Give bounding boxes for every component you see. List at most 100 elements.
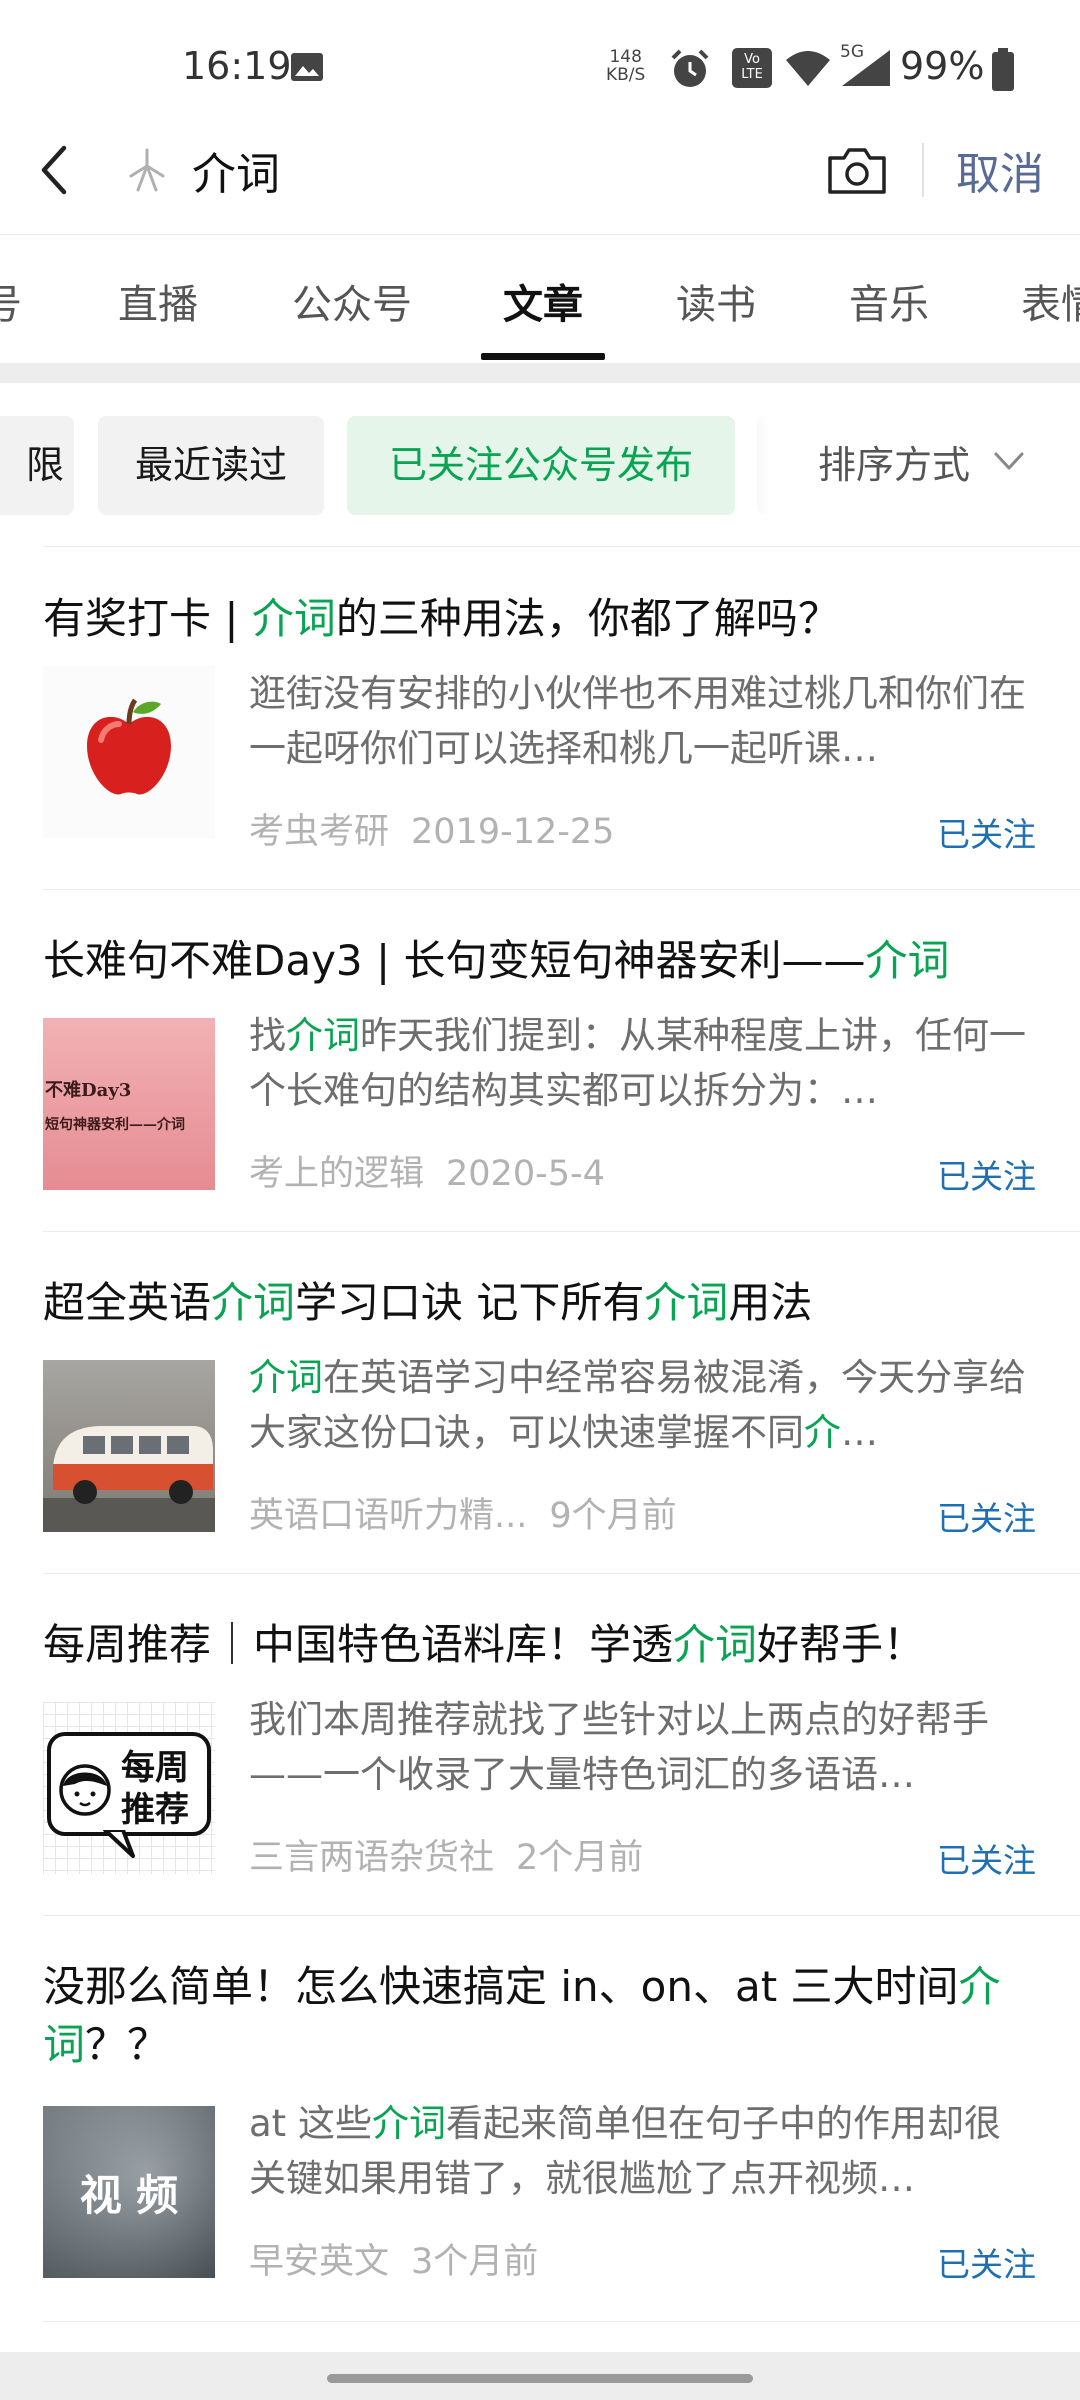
girl-face-icon [59,1764,111,1816]
article-title: 长难句不难Day3 | 长句变短句神器安利——介词 [43,932,1043,990]
article-source[interactable]: 考上的逻辑 [249,1154,424,1194]
tab-reading[interactable]: 读书 [676,272,756,330]
article-item[interactable]: 每周推荐｜中国特色语料库！学透介词好帮手！ 每周 推荐 我们本周推荐就找了些针对… [0,1574,1080,1916]
section-gap [0,363,1080,383]
filter-bottom-line [43,546,1080,547]
tab-articles[interactable]: 文章 [503,272,583,330]
article-desc: 逛街没有安排的小伙伴也不用难过桃几和你们在一起呀你们可以选择和桃几一起听课… [249,666,1029,776]
article-date: 2020-5-4 [446,1154,605,1194]
sort-button[interactable]: 排序方式 [818,416,970,515]
article-title: 每周推荐｜中国特色语料库！学透介词好帮手！ [43,1616,1043,1674]
sparkle-icon [129,148,165,192]
article-meta: 英语口语听力精... 9个月前 [249,1487,677,1538]
article-desc: 我们本周推荐就找了些针对以上两点的好帮手——一个收录了大量特色词汇的多语语… [249,1692,1029,1802]
video-label: 视 频 [79,2171,179,2220]
header-divider [922,143,924,197]
network-speed-value: 148 [609,47,642,67]
highlight-keyword: 介词 [865,936,950,985]
weekly-text-1: 每周 [121,1748,189,1788]
followed-badge: 已关注 [937,1841,1036,1880]
tab-music[interactable]: 音乐 [849,272,929,330]
article-source[interactable]: 三言两语杂货社 [249,1838,494,1878]
text-segment: 昨天我们提到：从某种程度上讲，任何一个长难句的结构其实都可以拆分为：… [249,1014,1026,1112]
article-title: 没那么简单！怎么快速搞定 in、on、at 三大时间介词？？ [43,1958,1043,2074]
text-segment: 的三种用法，你都了解吗？ [335,594,840,643]
camera-icon[interactable] [826,144,888,196]
volte-icon: Vo LTE [732,48,772,88]
tab-official-accounts[interactable]: 公众号 [292,272,412,330]
filter-chip-followed-accounts[interactable]: 已关注公众号发布 [347,416,735,515]
article-source[interactable]: 英语口语听力精... [249,1496,527,1536]
highlight-keyword: 介词 [211,1278,296,1327]
cover-text-2: 短句神器安利——介词 [45,1117,185,1133]
text-segment: 用法 [728,1278,813,1327]
weekly-text-2: 推荐 [121,1790,189,1830]
article-item[interactable]: 超全英语介词学习口诀 记下所有介词用法 介词在英语学习中经常容易被混淆，今天分享… [0,1232,1080,1574]
filter-chip-time-limit[interactable]: 限 [0,416,74,515]
article-date: 3个月前 [411,2242,539,2282]
signal-bars-icon [842,50,890,86]
text-segment: 找 [249,1014,286,1057]
network-speed: 148 KB/S [606,48,645,84]
text-segment: 超全英语 [43,1278,212,1327]
image-notification-icon [291,53,323,81]
article-desc: 介词在英语学习中经常容易被混淆，今天分享给大家这份口诀，可以快速掌握不同介… [249,1350,1029,1460]
text-segment: … [841,1411,878,1454]
article-meta: 早安英文 3个月前 [249,2233,538,2284]
bubble-tail-icon [103,1830,135,1858]
header-bottom-line [0,234,1080,235]
home-indicator[interactable] [327,2374,753,2383]
highlight-keyword: 介词 [371,2102,446,2145]
article-item[interactable]: 长难句不难Day3 | 长句变短句神器安利——介词 不难Day3 短句神器安利—… [0,890,1080,1232]
text-segment: 好帮手！ [757,1620,926,1669]
text-segment: 在英语学习中经常容易被混淆，今天分享给大家这份口诀，可以快速掌握不同 [249,1356,1026,1454]
signal-icon: 5G [838,42,894,88]
pink-cover-image [43,1018,215,1190]
alarm-icon [671,49,709,87]
battery-percent: 99% [900,44,985,88]
highlight-keyword: 介词 [251,594,336,643]
highlight-keyword: 介词 [644,1278,729,1327]
followed-badge: 已关注 [937,1157,1036,1196]
article-thumbnail [43,1360,215,1532]
filter-chip-recently-read[interactable]: 最近读过 [98,416,324,515]
text-segment: 学习口诀 记下所有 [295,1278,645,1327]
toy-bus-image [43,1426,215,1532]
article-separator [43,2321,1080,2322]
highlight-keyword: 介词 [673,1620,758,1669]
apple-image [87,698,171,795]
search-query[interactable]: 介词 [192,138,280,202]
status-time: 16:19 [182,44,292,88]
back-arrow-icon[interactable] [34,140,74,200]
followed-badge: 已关注 [937,815,1036,854]
tab-live[interactable]: 直播 [118,272,198,330]
article-title: 有奖打卡 | 介词的三种用法，你都了解吗？ [43,590,1043,648]
highlight-keyword: 介词 [249,1356,323,1399]
article-thumbnail: 不难Day3 短句神器安利——介词 [43,1018,215,1190]
cancel-button[interactable]: 取消 [956,138,1044,202]
text-segment: 我们本周推荐就找了些针对以上两点的好帮手——一个收录了大量特色词汇的多语语… [249,1698,989,1796]
wifi-icon [786,51,830,86]
text-segment: 没那么简单！怎么快速搞定 in、on、at 三大时间 [43,1962,959,2011]
status-bar: 16:19 148 KB/S Vo LTE 5G 99% [0,0,1080,134]
article-meta: 考虫考研 2019-12-25 [249,803,614,854]
article-thumbnail: 视 频 [43,2106,215,2278]
text-segment: 每周推荐｜中国特色语料库！学透 [43,1620,674,1669]
tab-stickers[interactable]: 表情 [1021,272,1080,330]
article-date: 9个月前 [549,1496,677,1536]
highlight-keyword: 介词 [286,1014,360,1057]
article-date: 2019-12-25 [411,812,615,852]
active-tab-indicator [481,353,605,360]
highlight-keyword: 介 [804,1411,841,1454]
article-item[interactable]: 有奖打卡 | 介词的三种用法，你都了解吗？ 逛街没有安排的小伙伴也不用难过桃几和… [0,548,1080,890]
article-thumbnail: 每周 推荐 [43,1702,215,1874]
text-segment: 长难句不难Day3 | 长句变短句神器安利—— [43,936,866,985]
text-segment: 有奖打卡 | [43,594,252,643]
article-source[interactable]: 考虫考研 [249,812,389,852]
article-source[interactable]: 早安英文 [249,2242,389,2282]
followed-badge: 已关注 [937,2245,1036,2284]
tab-partial[interactable]: 号 [0,272,22,330]
chevron-down-icon[interactable] [992,446,1026,476]
article-item[interactable]: 没那么简单！怎么快速搞定 in、on、at 三大时间介词？？ 视 频 at 这些… [0,1916,1080,2322]
article-desc: 找介词昨天我们提到：从某种程度上讲，任何一个长难句的结构其实都可以拆分为：… [249,1008,1029,1118]
